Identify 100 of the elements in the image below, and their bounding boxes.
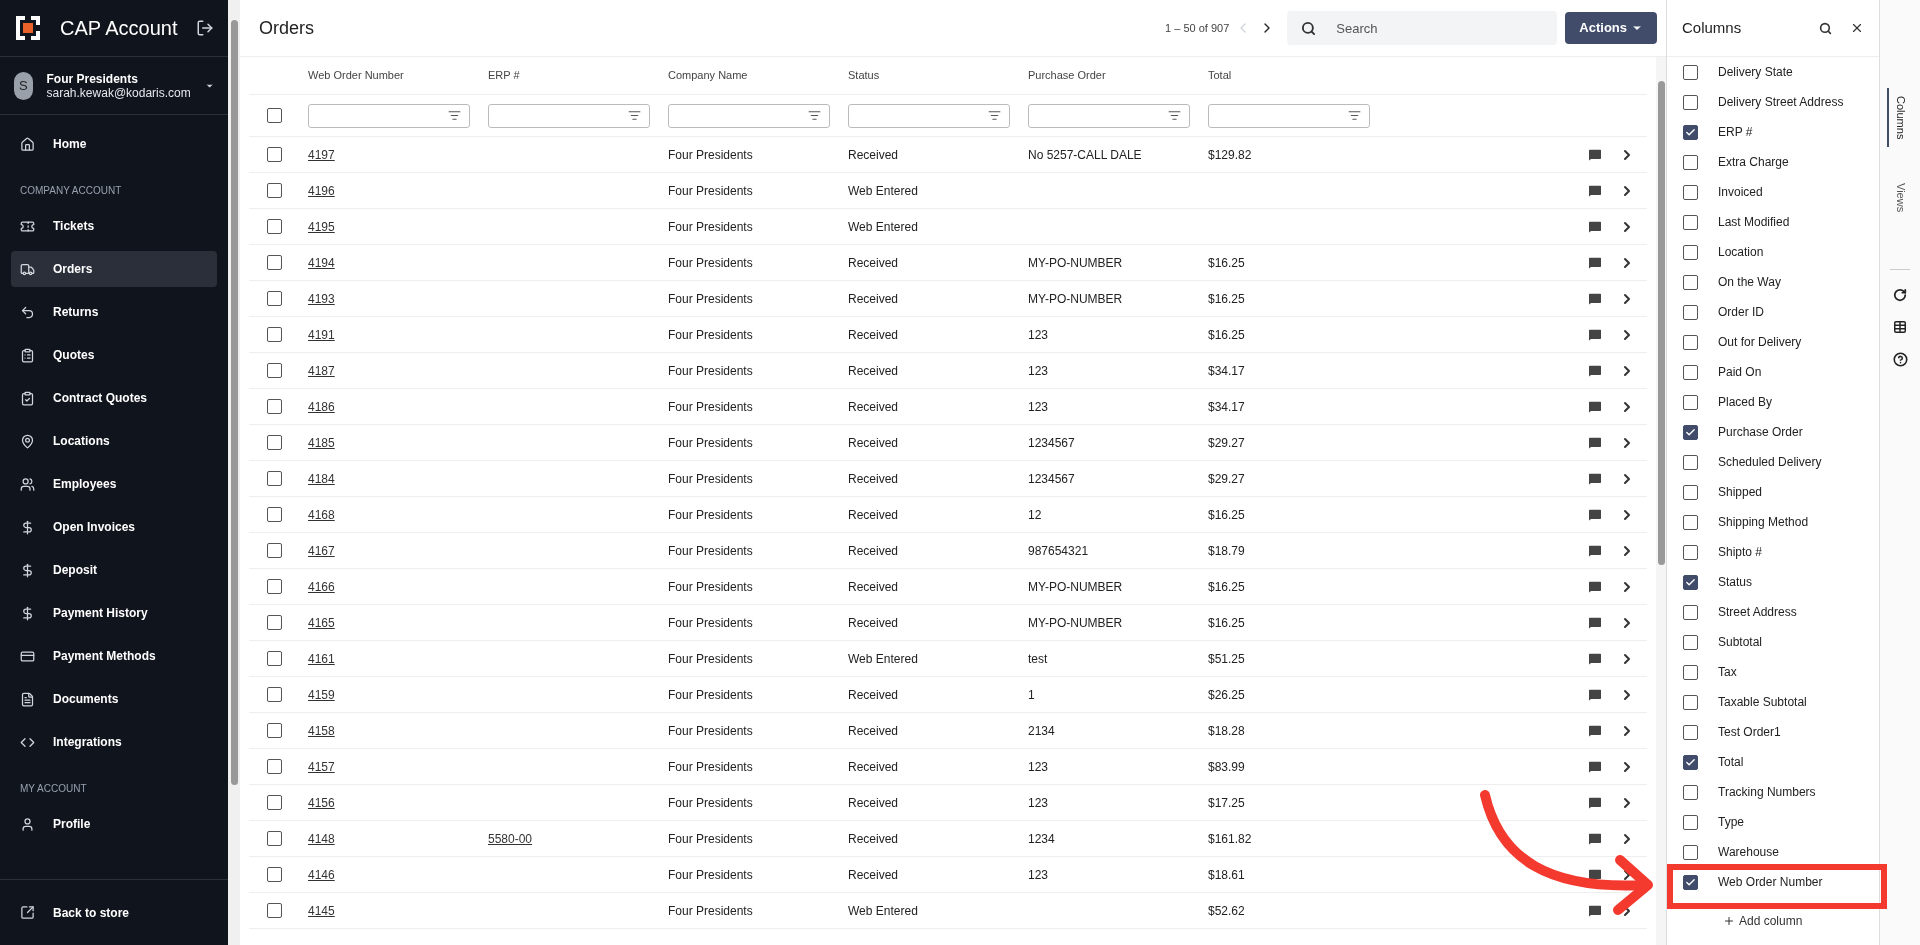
column-header[interactable]: Web Order Number: [308, 69, 404, 82]
column-checkbox[interactable]: [1683, 214, 1698, 230]
row-checkbox[interactable]: [266, 543, 282, 558]
column-checkbox[interactable]: [1683, 724, 1698, 740]
order-link[interactable]: 4146: [308, 867, 335, 882]
column-header[interactable]: Status: [848, 69, 880, 82]
row-checkbox[interactable]: [266, 831, 282, 846]
filter-field[interactable]: [848, 103, 1010, 128]
column-option-label[interactable]: Tracking Numbers: [1718, 783, 1816, 801]
add-column-button[interactable]: Add column: [1683, 911, 1879, 931]
help-icon[interactable]: [1892, 351, 1908, 367]
order-link[interactable]: 4156: [308, 795, 335, 810]
row-checkbox[interactable]: [266, 471, 282, 486]
column-option-label[interactable]: Scheduled Delivery: [1718, 453, 1822, 471]
column-checkbox[interactable]: [1683, 544, 1698, 560]
column-option-label[interactable]: Taxable Subtotal: [1718, 693, 1807, 711]
grid-icon[interactable]: [1893, 319, 1907, 334]
order-link[interactable]: 4187: [308, 363, 335, 378]
column-header[interactable]: Total: [1208, 69, 1232, 82]
row-checkbox[interactable]: [266, 435, 282, 450]
order-link[interactable]: 4185: [308, 435, 335, 450]
nav-item[interactable]: Profile: [11, 806, 217, 842]
order-link[interactable]: 4166: [308, 579, 335, 594]
column-option-label[interactable]: On the Way: [1718, 273, 1781, 291]
order-link[interactable]: 4167: [308, 543, 335, 558]
row-checkbox[interactable]: [266, 507, 282, 522]
order-link[interactable]: 4158: [308, 723, 335, 738]
column-option-label[interactable]: Order ID: [1718, 303, 1764, 321]
column-checkbox[interactable]: [1683, 664, 1698, 680]
column-option-label[interactable]: Delivery Street Address: [1718, 93, 1844, 111]
column-checkbox[interactable]: [1683, 274, 1698, 290]
column-option-label[interactable]: Extra Charge: [1718, 153, 1789, 171]
column-checkbox[interactable]: [1683, 874, 1698, 890]
column-checkbox[interactable]: [1683, 484, 1698, 500]
column-header[interactable]: Purchase Order: [1028, 69, 1106, 82]
search-icon[interactable]: [1819, 21, 1832, 35]
column-checkbox[interactable]: [1683, 154, 1698, 170]
column-checkbox[interactable]: [1683, 454, 1698, 470]
column-option-label[interactable]: Paid On: [1718, 363, 1762, 381]
row-checkbox[interactable]: [266, 867, 282, 882]
filter-field[interactable]: [488, 103, 650, 128]
column-checkbox[interactable]: [1683, 304, 1698, 320]
order-link[interactable]: 4195: [308, 219, 335, 234]
comment-icon[interactable]: [1587, 290, 1603, 307]
column-checkbox[interactable]: [1683, 124, 1698, 140]
comment-icon[interactable]: [1587, 506, 1603, 523]
column-checkbox[interactable]: [1683, 784, 1698, 800]
search-field[interactable]: Search: [1287, 11, 1558, 45]
side-tab[interactable]: Views: [1886, 175, 1914, 221]
nav-item[interactable]: Employees: [11, 466, 217, 502]
row-checkbox[interactable]: [266, 291, 282, 306]
order-link[interactable]: 4197: [308, 147, 335, 162]
row-checkbox[interactable]: [266, 723, 282, 738]
column-option-label[interactable]: Invoiced: [1718, 183, 1763, 201]
column-option-label[interactable]: Web Order Number: [1718, 873, 1823, 891]
column-option-label[interactable]: Out for Delivery: [1718, 333, 1802, 351]
column-checkbox[interactable]: [1683, 64, 1698, 80]
row-checkbox[interactable]: [266, 687, 282, 702]
order-link[interactable]: 4191: [308, 327, 335, 342]
nav-item[interactable]: Payment History: [11, 595, 217, 631]
nav-item[interactable]: Tickets: [11, 208, 217, 244]
column-option-label[interactable]: Type: [1718, 813, 1744, 831]
column-option-label[interactable]: Delivery State: [1718, 63, 1793, 81]
nav-item[interactable]: Quotes: [11, 337, 217, 373]
comment-icon[interactable]: [1587, 614, 1603, 631]
side-tab[interactable]: Columns: [1886, 88, 1914, 148]
row-checkbox[interactable]: [266, 147, 282, 162]
column-option-label[interactable]: ERP #: [1718, 123, 1753, 141]
comment-icon[interactable]: [1587, 542, 1603, 559]
logout-icon[interactable]: [196, 19, 214, 37]
column-option-label[interactable]: Placed By: [1718, 393, 1773, 411]
column-option-label[interactable]: Last Modified: [1718, 213, 1790, 231]
column-option-label[interactable]: Tax: [1718, 663, 1737, 681]
column-option-label[interactable]: Street Address: [1718, 603, 1797, 621]
column-checkbox[interactable]: [1683, 574, 1698, 590]
comment-icon[interactable]: [1587, 830, 1603, 847]
row-checkbox[interactable]: [266, 255, 282, 270]
row-checkbox[interactable]: [266, 903, 282, 918]
order-link[interactable]: 4165: [308, 615, 335, 630]
table-scrollbar[interactable]: [1656, 57, 1666, 945]
order-link[interactable]: 4148: [308, 831, 335, 846]
order-link[interactable]: 4145: [308, 903, 335, 918]
comment-icon[interactable]: [1587, 182, 1603, 199]
order-link[interactable]: 4193: [308, 291, 335, 306]
comment-icon[interactable]: [1587, 902, 1603, 919]
comment-icon[interactable]: [1587, 650, 1603, 667]
nav-item[interactable]: Orders: [11, 251, 217, 287]
column-checkbox[interactable]: [1683, 94, 1698, 110]
order-link[interactable]: 5580-00: [488, 831, 533, 846]
comment-icon[interactable]: [1587, 218, 1603, 235]
order-link[interactable]: 4184: [308, 471, 335, 486]
column-checkbox[interactable]: [1683, 244, 1698, 260]
nav-item[interactable]: Integrations: [11, 724, 217, 760]
comment-icon[interactable]: [1587, 758, 1603, 775]
order-link[interactable]: 4194: [308, 255, 335, 270]
comment-icon[interactable]: [1587, 362, 1603, 379]
row-checkbox[interactable]: [266, 579, 282, 594]
nav-item[interactable]: Documents: [11, 681, 217, 717]
order-link[interactable]: 4196: [308, 183, 335, 198]
column-option-label[interactable]: Shipping Method: [1718, 513, 1809, 531]
